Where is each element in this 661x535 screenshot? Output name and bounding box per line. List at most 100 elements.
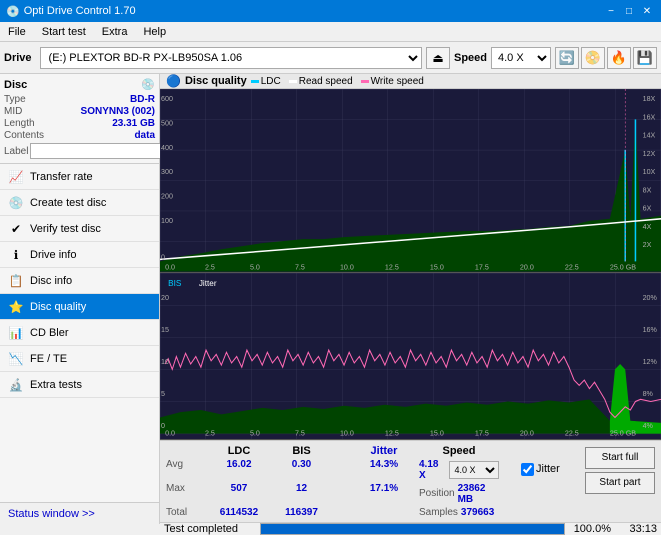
- col-spacer: [329, 445, 349, 457]
- nav-verify-test-disc[interactable]: ✔ Verify test disc: [0, 216, 159, 242]
- svg-text:300: 300: [161, 168, 173, 176]
- svg-text:500: 500: [161, 120, 173, 128]
- svg-text:0.0: 0.0: [165, 264, 175, 272]
- svg-text:0: 0: [161, 421, 165, 430]
- jitter-checkbox-label[interactable]: Jitter: [521, 463, 560, 476]
- svg-text:0.0: 0.0: [165, 428, 175, 437]
- nav-extra-tests[interactable]: 🔬 Extra tests: [0, 372, 159, 398]
- chart-icon: 🔵: [166, 74, 181, 88]
- stats-table: LDC BIS Jitter Speed Avg 16.02 0.30 14.3…: [166, 445, 517, 518]
- svg-text:400: 400: [161, 144, 173, 152]
- disc-label-input[interactable]: [30, 143, 168, 159]
- progressbar-container: Test completed 100.0% 33:13: [160, 522, 661, 535]
- legend-ldc-label: LDC: [261, 76, 281, 87]
- svg-text:22.5: 22.5: [565, 428, 579, 437]
- svg-text:8X: 8X: [643, 186, 652, 194]
- lower-chart: BIS Jitter 0.0 2.5 5.0 7.5 10.0 12.5 15.…: [160, 273, 661, 440]
- disc-fields: Type BD-R MID SONYNN3 (002) Length 23.31…: [4, 94, 155, 159]
- svg-text:600: 600: [161, 95, 173, 103]
- stats-bar: LDC BIS Jitter Speed Avg 16.02 0.30 14.3…: [160, 440, 661, 522]
- disc-type-label: Type: [4, 94, 26, 105]
- max-ldc: 507: [204, 483, 274, 505]
- stats-avg-row: Avg 16.02 0.30 14.3% 4.18 X 4.0 X: [166, 459, 517, 481]
- save-icon[interactable]: 💾: [633, 47, 657, 69]
- titlebar: 💿 Opti Drive Control 1.70 − □ ✕: [0, 0, 661, 22]
- menu-extra[interactable]: Extra: [94, 24, 136, 40]
- legend-readspeed: Read speed: [289, 76, 353, 87]
- maximize-button[interactable]: □: [621, 4, 637, 18]
- status-text: Test completed: [164, 523, 254, 535]
- nav-transfer-rate[interactable]: 📈 Transfer rate: [0, 164, 159, 190]
- minimize-button[interactable]: −: [603, 4, 619, 18]
- legend-writespeed: Write speed: [361, 76, 424, 87]
- disc-mid-value: SONYNN3 (002): [81, 106, 155, 117]
- svg-text:16X: 16X: [643, 113, 656, 121]
- chart-title: Disc quality: [185, 75, 247, 87]
- avg-jitter: 14.3%: [349, 459, 419, 481]
- start-part-button[interactable]: Start part: [585, 472, 655, 494]
- nav-fe-te[interactable]: 📉 FE / TE: [0, 346, 159, 372]
- progress-track: [260, 523, 565, 535]
- nav-disc-quality[interactable]: ⭐ Disc quality: [0, 294, 159, 320]
- svg-text:25.0 GB: 25.0 GB: [610, 428, 636, 437]
- col-speed-header: Speed: [419, 445, 499, 457]
- svg-text:7.5: 7.5: [295, 264, 305, 272]
- svg-text:5.0: 5.0: [250, 428, 260, 437]
- main-area: Disc 💿 Type BD-R MID SONYNN3 (002) Lengt…: [0, 74, 661, 524]
- speed-select-stats[interactable]: 4.0 X: [449, 461, 499, 479]
- eject-button[interactable]: ⏏: [426, 47, 450, 69]
- svg-text:200: 200: [161, 193, 173, 201]
- nav-create-test-disc[interactable]: 💿 Create test disc: [0, 190, 159, 216]
- svg-text:0: 0: [161, 253, 165, 261]
- start-full-button[interactable]: Start full: [585, 447, 655, 469]
- nav-disc-info[interactable]: 📋 Disc info: [0, 268, 159, 294]
- svg-text:20: 20: [161, 292, 169, 301]
- drive-select[interactable]: (E:) PLEXTOR BD-R PX-LB950SA 1.06: [40, 47, 422, 69]
- svg-text:20.0: 20.0: [520, 264, 534, 272]
- svg-text:10X: 10X: [643, 168, 656, 176]
- svg-text:12.5: 12.5: [385, 264, 399, 272]
- disc-type-row: Type BD-R: [4, 94, 155, 105]
- status-window-link[interactable]: Status window >>: [0, 502, 159, 524]
- titlebar-title: 💿 Opti Drive Control 1.70: [6, 5, 136, 18]
- drivebar: Drive (E:) PLEXTOR BD-R PX-LB950SA 1.06 …: [0, 42, 661, 74]
- svg-text:15: 15: [161, 324, 169, 333]
- svg-text:10.0: 10.0: [340, 264, 354, 272]
- menu-starttest[interactable]: Start test: [34, 24, 94, 40]
- close-button[interactable]: ✕: [639, 4, 655, 18]
- fe-te-icon: 📉: [8, 351, 24, 367]
- avg-speed-container: 4.18 X 4.0 X: [419, 459, 499, 481]
- disc-mid-label: MID: [4, 106, 22, 117]
- total-samples: 379663: [461, 507, 494, 518]
- menu-file[interactable]: File: [0, 24, 34, 40]
- cd-bler-icon: 📊: [8, 325, 24, 341]
- nav-drive-info[interactable]: ℹ Drive info: [0, 242, 159, 268]
- progress-percent: 100.0%: [571, 523, 611, 535]
- app-title: Opti Drive Control 1.70: [24, 5, 136, 17]
- svg-text:25.0 GB: 25.0 GB: [610, 264, 636, 272]
- svg-text:BIS: BIS: [168, 277, 182, 287]
- svg-text:2.5: 2.5: [205, 428, 215, 437]
- menu-help[interactable]: Help: [135, 24, 174, 40]
- disc-panel-title: Disc: [4, 79, 27, 91]
- nav-cd-bler[interactable]: 📊 CD Bler: [0, 320, 159, 346]
- svg-text:100: 100: [161, 217, 173, 225]
- max-label: Max: [166, 483, 204, 505]
- stats-max-row: Max 507 12 17.1% Position 23862 MB: [166, 483, 517, 505]
- legend-readspeed-label: Read speed: [299, 76, 353, 87]
- refresh-icon[interactable]: 🔄: [555, 47, 579, 69]
- svg-text:20%: 20%: [643, 292, 658, 301]
- jitter-checkbox[interactable]: [521, 463, 534, 476]
- avg-label: Avg: [166, 459, 204, 481]
- disc-length-label: Length: [4, 118, 35, 129]
- svg-text:20.0: 20.0: [520, 428, 534, 437]
- chart-header: 🔵 Disc quality LDC Read speed Write spee…: [160, 74, 661, 89]
- stats-total-row: Total 6114532 116397 Samples 379663: [166, 507, 517, 518]
- speed-select[interactable]: 4.0 X 1.0 X 2.0 X 6.0 X 8.0 X: [491, 47, 551, 69]
- nav-create-test-disc-label: Create test disc: [30, 197, 106, 209]
- burn-icon[interactable]: 🔥: [607, 47, 631, 69]
- toolbar-icons: 🔄 📀 🔥 💾: [555, 47, 657, 69]
- disc-icon[interactable]: 📀: [581, 47, 605, 69]
- jitter-checkbox-container: Jitter: [521, 445, 581, 518]
- svg-text:4X: 4X: [643, 223, 652, 231]
